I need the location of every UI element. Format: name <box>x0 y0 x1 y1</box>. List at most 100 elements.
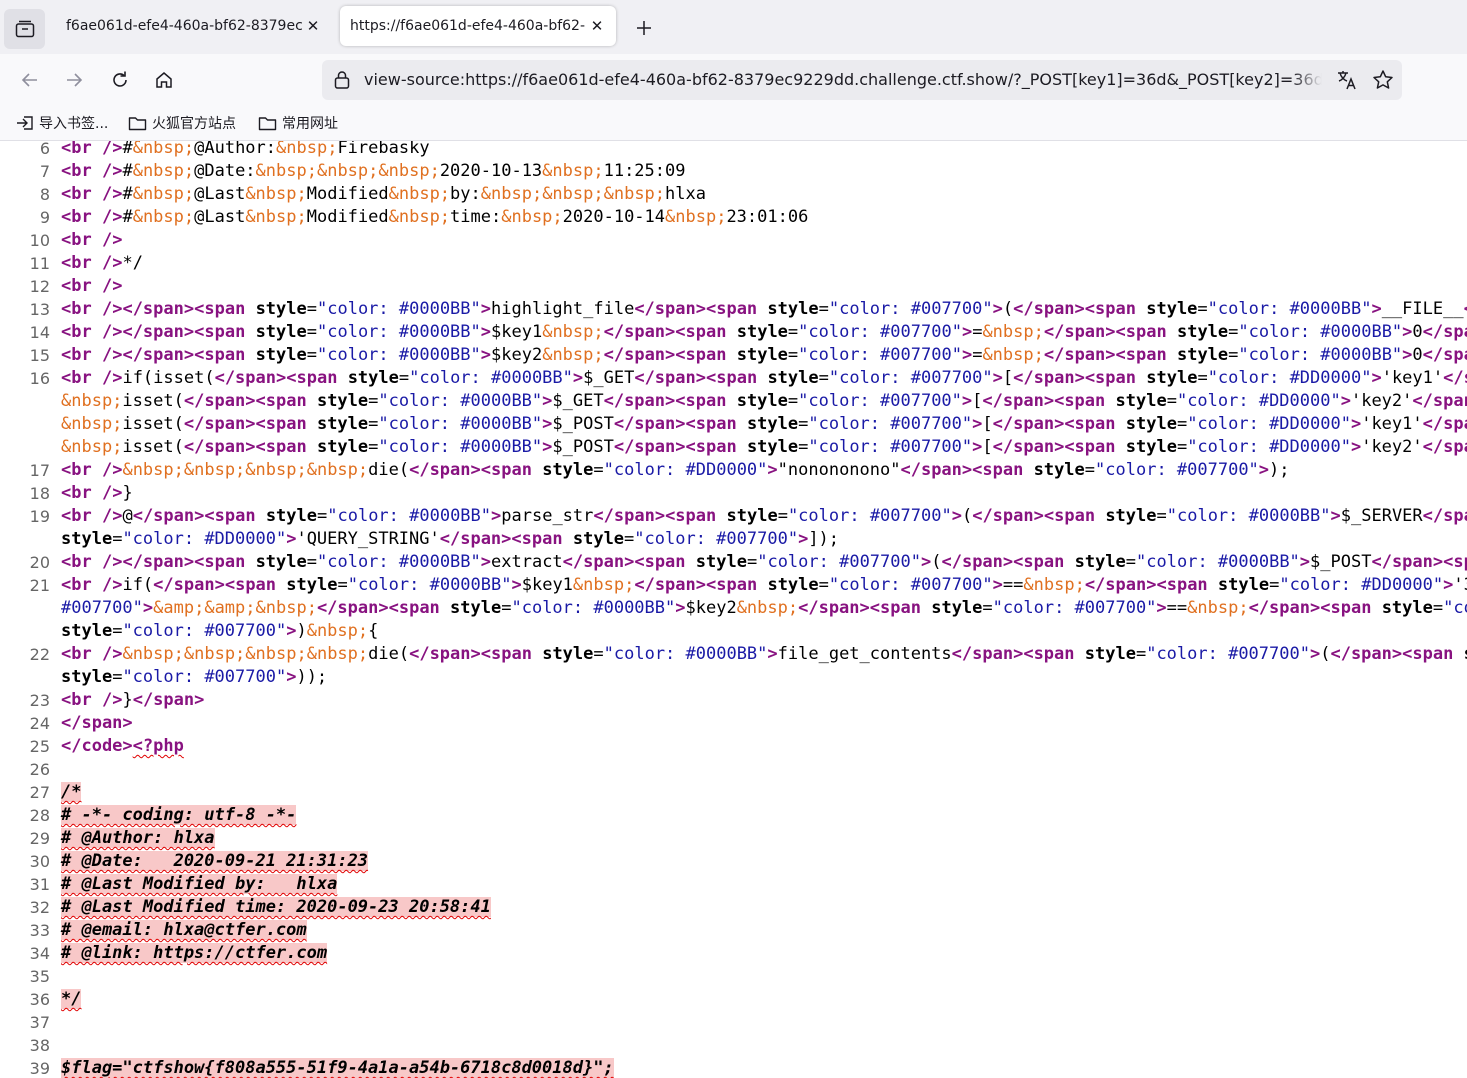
source-line: 33 # @email: hlxa@ctfer.com <box>0 919 1467 942</box>
line-code: <br />&nbsp;&nbsp;&nbsp;&nbsp;die(</span… <box>61 644 1467 664</box>
line-number: 36 <box>29 990 50 1009</box>
source-line: 15 <br /></span><span style="color: #0000… <box>0 344 1467 367</box>
lock-icon[interactable] <box>333 70 351 90</box>
line-number: 20 <box>29 553 50 572</box>
source-line: style="color: #DD0000">'QUERY_STRING'</s… <box>0 528 1467 551</box>
back-arrow-icon <box>21 73 37 87</box>
line-code: <br />if(</span><span style="color: #000… <box>61 575 1467 595</box>
source-line: 20 <br /></span><span style="color: #0000… <box>0 551 1467 574</box>
source-line: 29 # @Author: hlxa <box>0 827 1467 850</box>
line-code: <br />#&nbsp;@Date:&nbsp;&nbsp;&nbsp;202… <box>61 161 686 181</box>
line-number: 8 <box>39 185 50 204</box>
address-bar[interactable]: view-source:https://f6ae061d-efe4-460a-b… <box>322 60 1402 100</box>
source-line: 39 $flag="ctfshow{f808a555-51f9-4a1a-a54b… <box>0 1057 1467 1078</box>
source-line: 31 # @Last Modified by: hlxa <box>0 873 1467 896</box>
home-icon <box>156 72 172 88</box>
translate-icon[interactable] <box>1336 69 1358 91</box>
view-source-content: 6 <br />#&nbsp;@Author:&nbsp;Firebasky 7 <b… <box>0 141 1467 1078</box>
line-number: 26 <box>29 760 50 779</box>
line-code: # @email: hlxa@ctfer.com <box>61 920 307 940</box>
tab-2[interactable]: https://f6ae061d-efe4-460a-bf62-8379ec92… <box>340 6 616 46</box>
line-code: style="color: #007700">)); <box>61 667 328 687</box>
forward-button[interactable] <box>58 64 90 96</box>
source-line: 6 <br />#&nbsp;@Author:&nbsp;Firebasky <box>0 141 1467 160</box>
line-number: 18 <box>29 484 50 503</box>
tab-1[interactable]: f6ae061d-efe4-460a-bf62-8379ec9229dd.cha… <box>56 6 332 46</box>
line-number: 32 <box>29 898 50 917</box>
source-line: 19 <br />@</span><span style="color: #000… <box>0 505 1467 528</box>
plus-icon <box>637 21 651 35</box>
line-code: </span> <box>61 713 133 733</box>
source-line: 17 <br />&nbsp;&nbsp;&nbsp;&nbsp;die(</sp… <box>0 459 1467 482</box>
line-code: <br />@</span><span style="color: #0000B… <box>61 506 1467 526</box>
line-code: <br />if(isset(</span><span style="color… <box>61 368 1467 388</box>
line-number: 37 <box>29 1013 50 1032</box>
reload-button[interactable] <box>104 64 136 96</box>
source-line: 24 </span> <box>0 712 1467 735</box>
tab-1-title-wrap: f6ae061d-efe4-460a-bf62-8379ec9229dd.cha… <box>66 18 304 34</box>
line-number: 39 <box>29 1059 50 1078</box>
line-code: <br /></span><span style="color: #0000BB… <box>61 299 1467 319</box>
line-number: 31 <box>29 875 50 894</box>
tab-list-button[interactable] <box>4 9 45 49</box>
bookmarks-toolbar: 导入书签... 火狐官方站点 常用网址 <box>0 106 1467 141</box>
bookmark-firefox-sites[interactable]: 火狐官方站点 <box>128 112 236 134</box>
line-code: # -*- coding: utf-8 -*- <box>61 805 297 825</box>
source-line: 13 <br /></span><span style="color: #0000… <box>0 298 1467 321</box>
line-code: &nbsp;isset(</span><span style="color: #… <box>61 391 1467 411</box>
line-number: 28 <box>29 806 50 825</box>
back-button[interactable] <box>14 64 46 96</box>
source-line: 18 <br />} <box>0 482 1467 505</box>
line-code: style="color: #007700">)&nbsp;{ <box>61 621 379 641</box>
line-code: # @Last Modified time: 2020-09-23 20:58:… <box>61 897 491 917</box>
bookmark-firefox-sites-label: 火狐官方站点 <box>152 116 236 132</box>
folder-icon <box>128 117 147 131</box>
line-code: &nbsp;isset(</span><span style="color: #… <box>61 437 1467 457</box>
tab-2-close-icon[interactable]: ✕ <box>588 17 606 35</box>
browser-chrome: f6ae061d-efe4-460a-bf62-8379ec9229dd.cha… <box>0 0 1467 141</box>
line-code: <br />#&nbsp;@Author:&nbsp;Firebasky <box>61 141 430 158</box>
tab-bar: f6ae061d-efe4-460a-bf62-8379ec9229dd.cha… <box>0 0 1467 54</box>
line-number: 23 <box>29 691 50 710</box>
line-code: <br />&nbsp;&nbsp;&nbsp;&nbsp;die(</span… <box>61 460 1290 480</box>
line-code: #007700">&amp;&amp;&nbsp;</span><span st… <box>61 598 1467 618</box>
tab-2-title: https://f6ae061d-efe4-460a-bf62-8379ec92… <box>350 18 586 34</box>
source-line: 21 <br />if(</span><span style="color: #0… <box>0 574 1467 597</box>
source-line: #007700">&amp;&amp;&nbsp;</span><span st… <box>0 597 1467 620</box>
source-line: 9 <br />#&nbsp;@Last&nbsp;Modified&nbsp;t… <box>0 206 1467 229</box>
source-line: 27 /* <box>0 781 1467 804</box>
star-icon[interactable] <box>1372 69 1394 91</box>
tab-1-close-icon[interactable]: ✕ <box>304 17 322 35</box>
bookmark-import-label: 导入书签... <box>39 116 109 132</box>
source-line: 22 <br />&nbsp;&nbsp;&nbsp;&nbsp;die(</sp… <box>0 643 1467 666</box>
line-code: /* <box>61 782 82 802</box>
line-code: # @Date: 2020-09-21 21:31:23 <box>61 851 369 871</box>
source-line: 12 <br /> <box>0 275 1467 298</box>
bookmark-common-sites[interactable]: 常用网址 <box>258 112 338 134</box>
line-code: <br />*/ <box>61 253 143 273</box>
source-line: 16 <br />if(isset(</span><span style="col… <box>0 367 1467 390</box>
home-button[interactable] <box>148 64 180 96</box>
line-code: <br /></span><span style="color: #0000BB… <box>61 345 1467 365</box>
source-line: style="color: #007700">)); <box>0 666 1467 689</box>
line-number: 15 <box>29 346 50 365</box>
bookmark-import[interactable]: 导入书签... <box>16 112 108 134</box>
source-line: 11 <br />*/ <box>0 252 1467 275</box>
line-number: 10 <box>29 231 50 250</box>
line-number: 16 <box>29 369 50 388</box>
new-tab-button[interactable] <box>630 14 658 42</box>
source-line: 36 */ <box>0 988 1467 1011</box>
source-line: &nbsp;isset(</span><span style="color: #… <box>0 413 1467 436</box>
line-code: <br />}</span> <box>61 690 205 710</box>
source-line: &nbsp;isset(</span><span style="color: #… <box>0 390 1467 413</box>
bookmark-common-sites-label: 常用网址 <box>282 116 338 132</box>
line-number: 9 <box>39 208 50 227</box>
line-code: # @Last Modified by: hlxa <box>61 874 338 894</box>
line-number: 11 <box>29 254 50 273</box>
source-line: style="color: #007700">)&nbsp;{ <box>0 620 1467 643</box>
line-number: 21 <box>29 576 50 595</box>
url-fade <box>1292 60 1322 100</box>
url-text[interactable]: view-source:https://f6ae061d-efe4-460a-b… <box>364 60 1322 100</box>
line-code: <br />#&nbsp;@Last&nbsp;Modified&nbsp;by… <box>61 184 706 204</box>
source-line: &nbsp;isset(</span><span style="color: #… <box>0 436 1467 459</box>
